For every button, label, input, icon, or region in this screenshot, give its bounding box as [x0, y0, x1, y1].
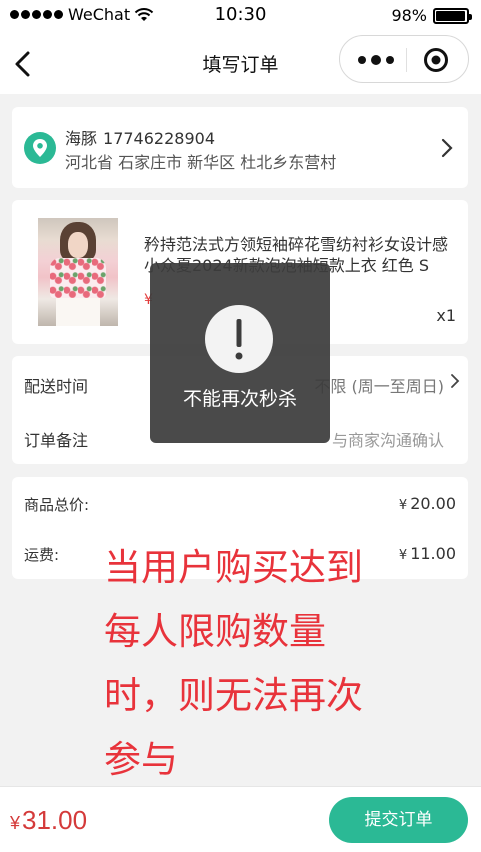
annotation-line: 时，则无法再次 — [104, 674, 363, 717]
mini-program-capsule — [339, 35, 469, 83]
submit-order-button[interactable]: 提交订单 — [329, 797, 468, 843]
currency-symbol: ¥ — [398, 548, 408, 563]
location-pin-icon — [24, 132, 56, 164]
annotation-text: 当用户购买达到 每人限购数量 时，则无法再次 参与 — [104, 536, 394, 792]
nav-bar: 填写订单 — [0, 32, 481, 94]
chevron-right-icon — [451, 374, 460, 388]
goods-total-amount: 20.00 — [410, 494, 456, 513]
battery-percent: 98% — [391, 6, 427, 25]
freight-label: 运费: — [24, 546, 60, 564]
address-card[interactable]: 海豚 17746228904 河北省 石家庄市 新华区 杜北乡东营村 — [12, 107, 468, 188]
annotation-line: 当用户购买达到 — [104, 546, 363, 589]
recipient-name: 海豚 — [65, 129, 98, 148]
exclamation-icon — [205, 305, 273, 373]
product-quantity: x1 — [436, 306, 456, 325]
address-detail: 河北省 石家庄市 新华区 杜北乡东营村 — [65, 153, 337, 172]
battery-icon — [433, 7, 472, 24]
battery-level — [436, 10, 466, 21]
order-total-amount: 31.00 — [22, 805, 88, 835]
more-dots-icon[interactable] — [356, 51, 396, 69]
delivery-time-label: 配送时间 — [24, 377, 89, 396]
currency-symbol: ¥ — [398, 498, 408, 513]
order-remark-input[interactable]: 与商家沟通确认 — [332, 427, 444, 451]
order-total: ¥31.00 — [10, 805, 87, 836]
status-right: 98% — [391, 6, 472, 25]
order-remark-label: 订单备注 — [24, 431, 89, 450]
annotation-line: 每人限购数量 — [104, 610, 326, 653]
checkout-bar: ¥31.00 提交订单 — [0, 786, 481, 852]
goods-total-value: ¥20.00 — [399, 494, 456, 513]
delivery-time-select[interactable]: 不限 (周一至周日) — [314, 373, 444, 397]
toast-message: 不能再次秒杀 — [182, 388, 297, 410]
close-target-icon[interactable] — [423, 47, 449, 73]
toast-dialog: 不能再次秒杀 — [150, 263, 330, 443]
goods-total-label: 商品总价: — [24, 496, 90, 514]
capsule-divider — [406, 48, 407, 72]
recipient-info: 海豚 17746228904 — [65, 125, 221, 149]
freight-amount: 11.00 — [410, 544, 456, 563]
freight-value: ¥11.00 — [399, 544, 456, 563]
annotation-line: 参与 — [104, 738, 178, 781]
recipient-phone: 17746228904 — [103, 129, 215, 148]
status-bar: WeChat 10:30 98% — [0, 0, 481, 32]
currency-symbol: ¥ — [10, 813, 21, 833]
product-image — [38, 218, 118, 326]
chevron-right-icon — [441, 138, 453, 158]
